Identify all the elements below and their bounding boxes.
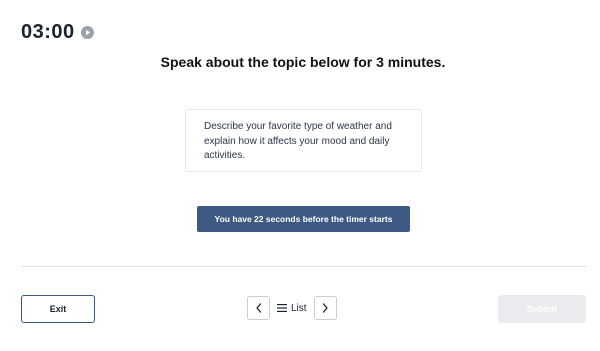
question-navigation: List [247, 296, 337, 320]
countdown-banner: You have 22 seconds before the timer sta… [197, 206, 410, 232]
play-circle-icon[interactable] [80, 26, 94, 39]
chevron-left-icon [255, 303, 261, 313]
topic-prompt-text: Describe your favorite type of weather a… [204, 121, 392, 161]
footer-divider [21, 266, 587, 267]
list-button[interactable]: List [270, 296, 314, 320]
page-title: Speak about the topic below for 3 minute… [160, 54, 446, 70]
list-label: List [291, 302, 307, 314]
timer-display: 03:00 [21, 21, 75, 43]
chevron-right-icon [322, 303, 328, 313]
topic-prompt-box: Describe your favorite type of weather a… [185, 109, 422, 172]
hamburger-menu-icon [277, 304, 287, 312]
speaking-task-page: 03:00 Speak about the topic below for 3 … [0, 0, 600, 351]
previous-button[interactable] [247, 296, 270, 320]
timer: 03:00 [21, 20, 94, 44]
submit-button[interactable]: Submit [498, 295, 586, 323]
next-button[interactable] [313, 296, 337, 320]
exit-button[interactable]: Exit [21, 295, 95, 323]
